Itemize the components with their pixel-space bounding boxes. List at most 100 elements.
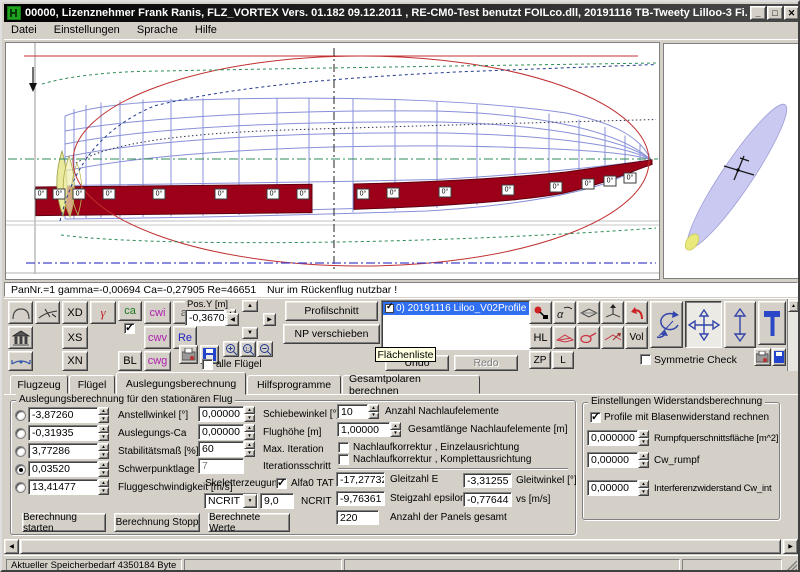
pan-up-button[interactable]: ▲: [242, 300, 258, 312]
xd-button[interactable]: XD: [62, 301, 88, 324]
fluggeschwindigkeit-spinner[interactable]: ▲▼: [98, 479, 109, 495]
flughoehe-input[interactable]: 0,00000: [198, 424, 244, 440]
alle-fluegel-checkbox[interactable]: [202, 359, 213, 370]
vertical-move-button[interactable]: [724, 301, 756, 348]
nachlauf-laenge-spinner[interactable]: ▲▼: [390, 422, 401, 437]
cw-rumpf-input[interactable]: 0,00000: [587, 452, 638, 468]
wing-raise-button[interactable]: [601, 301, 624, 324]
radio-auslegungs-ca[interactable]: [15, 428, 26, 439]
scrollbar-thumb[interactable]: [20, 539, 781, 554]
cwi-button[interactable]: cwi: [144, 301, 171, 324]
berechnung-stopp-button[interactable]: Berechnung Stopp: [114, 513, 200, 532]
minimize-button[interactable]: _: [750, 6, 766, 20]
tab-fluegel[interactable]: Flügel: [69, 375, 115, 394]
alfa0-tat-checkbox[interactable]: [276, 478, 287, 489]
scroll-left-button[interactable]: ◀: [4, 539, 19, 554]
pan-right-button[interactable]: ▶: [263, 313, 276, 326]
max-iteration-input[interactable]: 60: [198, 441, 244, 457]
close-button[interactable]: ✕: [784, 6, 799, 20]
nachlauf-laenge-input[interactable]: 1,00000: [337, 422, 390, 437]
pan-left-button[interactable]: ◀: [226, 313, 239, 326]
title-bar[interactable]: 00000, Lizenznehmer Frank Ranis, FLZ_VOR…: [4, 4, 798, 22]
anstellwinkel-input[interactable]: -3,87260: [28, 407, 98, 423]
zp-button[interactable]: ZP: [529, 351, 551, 369]
pin-tool-button[interactable]: [529, 301, 552, 324]
l-button[interactable]: L: [552, 351, 574, 369]
pan-down-button[interactable]: ▼: [242, 327, 258, 339]
build-tool-button[interactable]: [758, 301, 786, 345]
auslegungs-ca-input[interactable]: -0,31935: [28, 425, 98, 441]
interferenz-spinner[interactable]: ▲▼: [638, 480, 649, 496]
wing-3d-view[interactable]: [663, 43, 800, 279]
red-wing-arrow-button[interactable]: [601, 326, 624, 349]
move-mode-button[interactable]: [685, 301, 722, 348]
np-verschieben-button[interactable]: NP verschieben: [283, 324, 380, 344]
list-item-checkbox[interactable]: ✓: [385, 304, 394, 313]
stabilitaetsmass-spinner[interactable]: ▲▼: [98, 443, 109, 459]
building-view-button[interactable]: [8, 326, 33, 349]
ncrit-number-input[interactable]: 9,0: [260, 493, 294, 509]
max-iteration-spinner[interactable]: ▲▼: [244, 441, 255, 457]
cwv-button[interactable]: cwv: [144, 326, 171, 349]
radio-schwerpunktlage[interactable]: [15, 464, 26, 475]
radio-anstellwinkel[interactable]: [15, 410, 26, 421]
ca-checkbox[interactable]: [124, 323, 135, 334]
hl-button[interactable]: HL: [529, 326, 552, 349]
posy-input[interactable]: -0,36705: [185, 309, 225, 326]
glider-view-button[interactable]: [35, 301, 60, 324]
vol-button[interactable]: Vol: [625, 326, 648, 349]
tab-gesamtpolaren[interactable]: Gesamtpolaren berechnen: [342, 375, 480, 394]
korrektur-komplett-checkbox[interactable]: [338, 454, 349, 465]
blasenwiderstand-checkbox[interactable]: [590, 412, 601, 423]
rumpfflaeche-input[interactable]: 0,000000: [587, 430, 638, 446]
wing-planform-canvas[interactable]: 0°0°0°0°0°0°0°0°0°0°0°0°0°0°0°0°: [5, 42, 660, 280]
tab-flugzeug[interactable]: Flugzeug: [10, 375, 68, 394]
profilschnitt-button[interactable]: Profilschnitt: [285, 301, 378, 321]
cwg-button[interactable]: cwg: [144, 351, 171, 371]
scroll-up-button[interactable]: ▲: [788, 300, 799, 312]
xn-button[interactable]: XN: [62, 351, 88, 371]
flughoehe-spinner[interactable]: ▲▼: [244, 424, 255, 440]
xs-button[interactable]: XS: [62, 326, 88, 349]
tab-auslegungsberechnung[interactable]: Auslegungsberechnung: [116, 372, 246, 395]
toolbar-scrollbar[interactable]: ▲: [787, 299, 799, 371]
tab-hilfsprogramme[interactable]: Hilfsprogramme: [247, 375, 341, 394]
red-wing-flat-button[interactable]: [553, 326, 576, 349]
radio-fluggeschwindigkeit[interactable]: [15, 482, 26, 493]
zoom-in-button[interactable]: [223, 341, 239, 357]
menu-einstellungen[interactable]: Einstellungen: [47, 22, 127, 38]
menu-datei[interactable]: Datei: [4, 22, 44, 38]
rotate-mode-button[interactable]: [650, 301, 683, 348]
anstellwinkel-spinner[interactable]: ▲▼: [98, 407, 109, 423]
red-pen-button[interactable]: [577, 326, 600, 349]
ncrit-dropdown-button[interactable]: ▼: [243, 494, 257, 508]
ca-button[interactable]: ca: [118, 301, 142, 321]
zoom-out-button[interactable]: [257, 341, 273, 357]
maximize-button[interactable]: □: [767, 6, 783, 20]
export-plot-button[interactable]: [179, 345, 198, 364]
scroll-right-button[interactable]: ▶: [783, 539, 798, 554]
schwerpunktlage-input[interactable]: 0,03520: [28, 461, 98, 477]
schiebewinkel-input[interactable]: 0,00000: [198, 406, 244, 422]
horizontal-scrollbar[interactable]: ◀ ▶: [4, 539, 798, 554]
cw-rumpf-spinner[interactable]: ▲▼: [638, 452, 649, 468]
wing-diamond-button[interactable]: [577, 301, 600, 324]
listbox-selected-row[interactable]: ✓ 0) 20191116 Liloo_V02Profile: [383, 302, 529, 315]
interferenz-input[interactable]: 0,00000: [587, 480, 638, 496]
schwerpunktlage-spinner[interactable]: ▲▼: [98, 461, 109, 477]
menu-sprache[interactable]: Sprache: [130, 22, 185, 38]
export-button-2[interactable]: [754, 348, 771, 366]
alpha-tool-button[interactable]: α: [553, 301, 576, 324]
nachlauf-anzahl-spinner[interactable]: ▲▼: [368, 404, 379, 419]
berechnung-starten-button[interactable]: Berechnung starten: [22, 513, 106, 532]
save-button-2[interactable]: [772, 348, 786, 366]
menu-hilfe[interactable]: Hilfe: [188, 22, 224, 38]
undo-arrow-button[interactable]: [625, 301, 648, 324]
stabilitaetsmass-input[interactable]: 3,77286: [28, 443, 98, 459]
wing-top-view-button[interactable]: [8, 301, 33, 324]
redo-button[interactable]: Redo: [454, 355, 518, 371]
auslegungs-ca-spinner[interactable]: ▲▼: [98, 425, 109, 441]
schiebewinkel-spinner[interactable]: ▲▼: [244, 406, 255, 422]
fluggeschwindigkeit-input[interactable]: 13,41477: [28, 479, 98, 495]
symmetrie-check-checkbox[interactable]: [640, 354, 651, 365]
